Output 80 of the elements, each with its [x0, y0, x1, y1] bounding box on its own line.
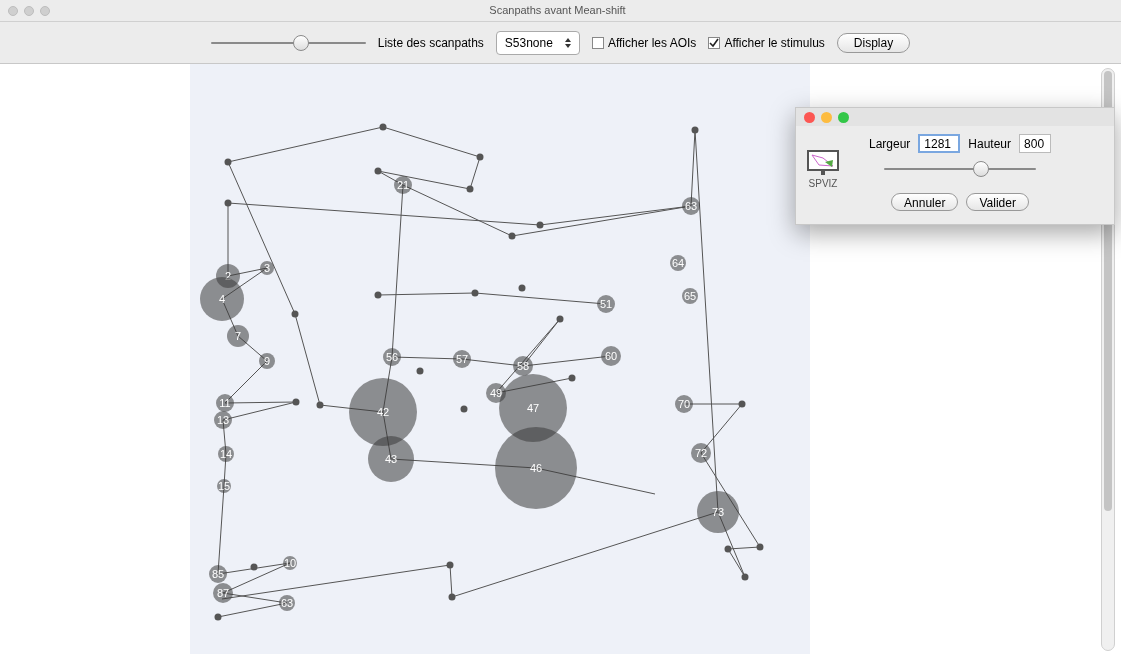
fixation-marker: 72: [691, 443, 711, 463]
gaze-point: [738, 400, 746, 408]
gaze-point: [756, 543, 764, 551]
fixation-marker: 58: [513, 356, 533, 376]
fixation-marker: 21: [394, 176, 412, 194]
gaze-point: [724, 545, 732, 553]
fixation-marker: 11: [216, 394, 234, 412]
scanpath-list-label: Liste des scanpaths: [377, 34, 484, 52]
fixation-marker: 65: [682, 288, 698, 304]
fixation-marker: 49: [486, 383, 506, 403]
fixation-marker: 85: [209, 565, 227, 583]
fixation-marker: 63: [682, 197, 700, 215]
gaze-point: [250, 563, 258, 571]
display-button[interactable]: Display: [836, 32, 911, 53]
gaze-point: [214, 613, 222, 621]
slider-thumb[interactable]: [292, 34, 309, 51]
zoom-icon[interactable]: [838, 111, 849, 123]
fixation-marker: 10: [283, 556, 297, 570]
gaze-point: [291, 310, 299, 318]
gaze-point: [691, 126, 699, 134]
fixation-marker: 64: [670, 255, 686, 271]
gaze-point: [476, 153, 484, 161]
fixation-marker: 43: [368, 436, 414, 482]
gaze-point: [741, 573, 749, 581]
fixation-marker: 51: [597, 295, 615, 313]
gaze-point: [556, 315, 564, 323]
gaze-point: [316, 401, 324, 409]
gaze-point: [448, 593, 456, 601]
fixation-marker: 15: [217, 479, 231, 493]
fixation-marker: 56: [383, 348, 401, 366]
fixation-marker: 46: [495, 427, 577, 509]
gaze-point: [460, 405, 468, 413]
fixation-marker: 14: [218, 446, 234, 462]
window-title: Scanpaths avant Mean-shift: [488, 3, 627, 19]
gaze-point: [446, 561, 454, 569]
fixation-marker: 73: [697, 491, 739, 533]
scanpath-select[interactable]: S53none: [495, 30, 580, 55]
gaze-point: [568, 374, 576, 382]
fixation-marker: 7: [227, 325, 249, 347]
window-control-icon[interactable]: [24, 5, 34, 16]
monitor-logo-icon: [807, 150, 839, 176]
fixation-marker: 9: [259, 353, 275, 369]
gaze-point: [416, 367, 424, 375]
gaze-point: [224, 199, 232, 207]
slider-thumb[interactable]: [973, 161, 990, 177]
fixation-marker: 60: [601, 346, 621, 366]
checkbox[interactable]: [591, 36, 604, 49]
fixation-marker: 57: [453, 350, 471, 368]
checkbox-label: Afficher les AOIs: [607, 34, 697, 52]
width-label: Largeur: [868, 135, 911, 153]
gaze-point: [536, 221, 544, 229]
gaze-point: [466, 185, 474, 193]
logo-text: SPVIZ: [808, 177, 838, 191]
fixation-marker: 63: [279, 595, 295, 611]
dialog-button[interactable]: Valider: [966, 193, 1029, 211]
dialog-button[interactable]: Annuler: [891, 193, 959, 211]
gaze-point: [508, 232, 516, 240]
window-control-icon[interactable]: [8, 5, 18, 16]
fixation-marker: 3: [260, 261, 274, 275]
close-icon[interactable]: [804, 111, 815, 123]
stepper-icon: [564, 36, 571, 49]
checkbox[interactable]: [708, 36, 721, 49]
height-label: Hauteur: [968, 135, 1012, 153]
width-field[interactable]: 1281: [918, 134, 961, 153]
fixation-marker: 70: [675, 395, 693, 413]
gaze-point: [518, 284, 526, 292]
gaze-point: [374, 167, 382, 175]
gaze-point: [224, 158, 232, 166]
fixation-marker: 87: [213, 583, 233, 603]
fixation-marker: 13: [214, 411, 232, 429]
minimize-icon[interactable]: [821, 111, 832, 123]
window-control-icon[interactable]: [40, 5, 50, 16]
fixation-marker: 4: [200, 277, 244, 321]
gaze-point: [374, 291, 382, 299]
gaze-point: [379, 123, 387, 131]
checkbox-label: Afficher le stimulus: [724, 34, 825, 52]
fixation-marker: 42: [349, 378, 417, 446]
gaze-point: [292, 398, 300, 406]
height-field[interactable]: 800: [1019, 134, 1052, 153]
gaze-point: [471, 289, 479, 297]
